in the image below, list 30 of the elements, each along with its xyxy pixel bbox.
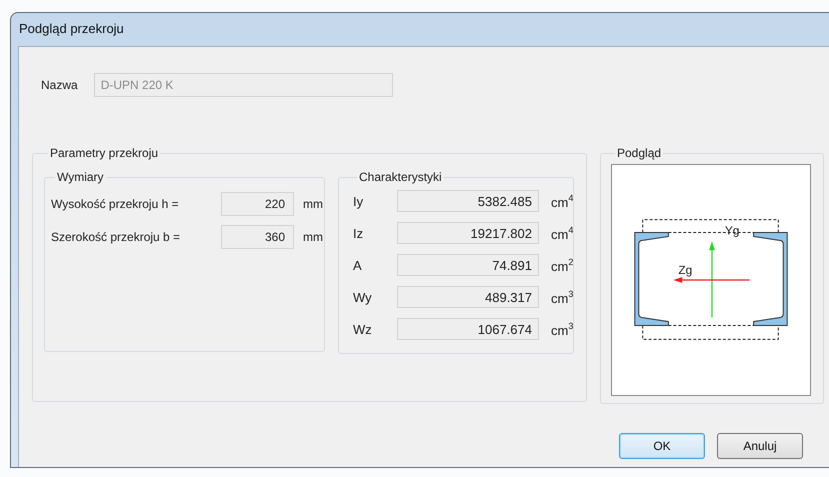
- value-field[interactable]: 360: [221, 225, 294, 249]
- unit-label: cm$^{3}$: [551, 320, 574, 338]
- value-field[interactable]: 1067.674: [397, 318, 539, 340]
- field-label: Wysokość przekroju h =: [51, 197, 180, 211]
- property-label: A: [353, 258, 363, 272]
- field-label: Szerokość przekroju b =: [51, 230, 182, 244]
- property-label: Iz: [353, 226, 364, 240]
- property-label: Iy: [353, 194, 364, 208]
- unit-label: cm$^{2}$: [551, 256, 574, 274]
- unit-label: cm$^{4}$: [551, 224, 574, 242]
- name-label: Nazwa: [41, 78, 78, 92]
- property-label: Wy: [353, 290, 373, 304]
- group-title: Wymiary: [56, 170, 105, 184]
- unit-label: mm: [303, 197, 324, 211]
- value-field[interactable]: 220: [221, 192, 294, 216]
- group-title: Podgląd: [616, 146, 662, 160]
- value-field[interactable]: 74.891: [397, 254, 539, 276]
- axis-label: Zg: [678, 263, 692, 278]
- value-field[interactable]: 489.317: [397, 286, 539, 308]
- value-field[interactable]: 19217.802: [397, 222, 539, 244]
- window-title: Podgląd przekroju: [19, 21, 124, 38]
- unit-label: cm$^{3}$: [551, 288, 574, 306]
- unit-label: cm$^{4}$: [551, 192, 574, 210]
- value-field[interactable]: 5382.485: [397, 190, 539, 212]
- ok-button[interactable]: OK: [619, 433, 705, 459]
- unit-label: mm: [303, 230, 324, 244]
- property-label: Wz: [353, 322, 373, 336]
- group-title: Parametry przekroju: [49, 146, 160, 160]
- group-title: Charakterystyki: [358, 170, 443, 184]
- cancel-button[interactable]: Anuluj: [717, 433, 803, 459]
